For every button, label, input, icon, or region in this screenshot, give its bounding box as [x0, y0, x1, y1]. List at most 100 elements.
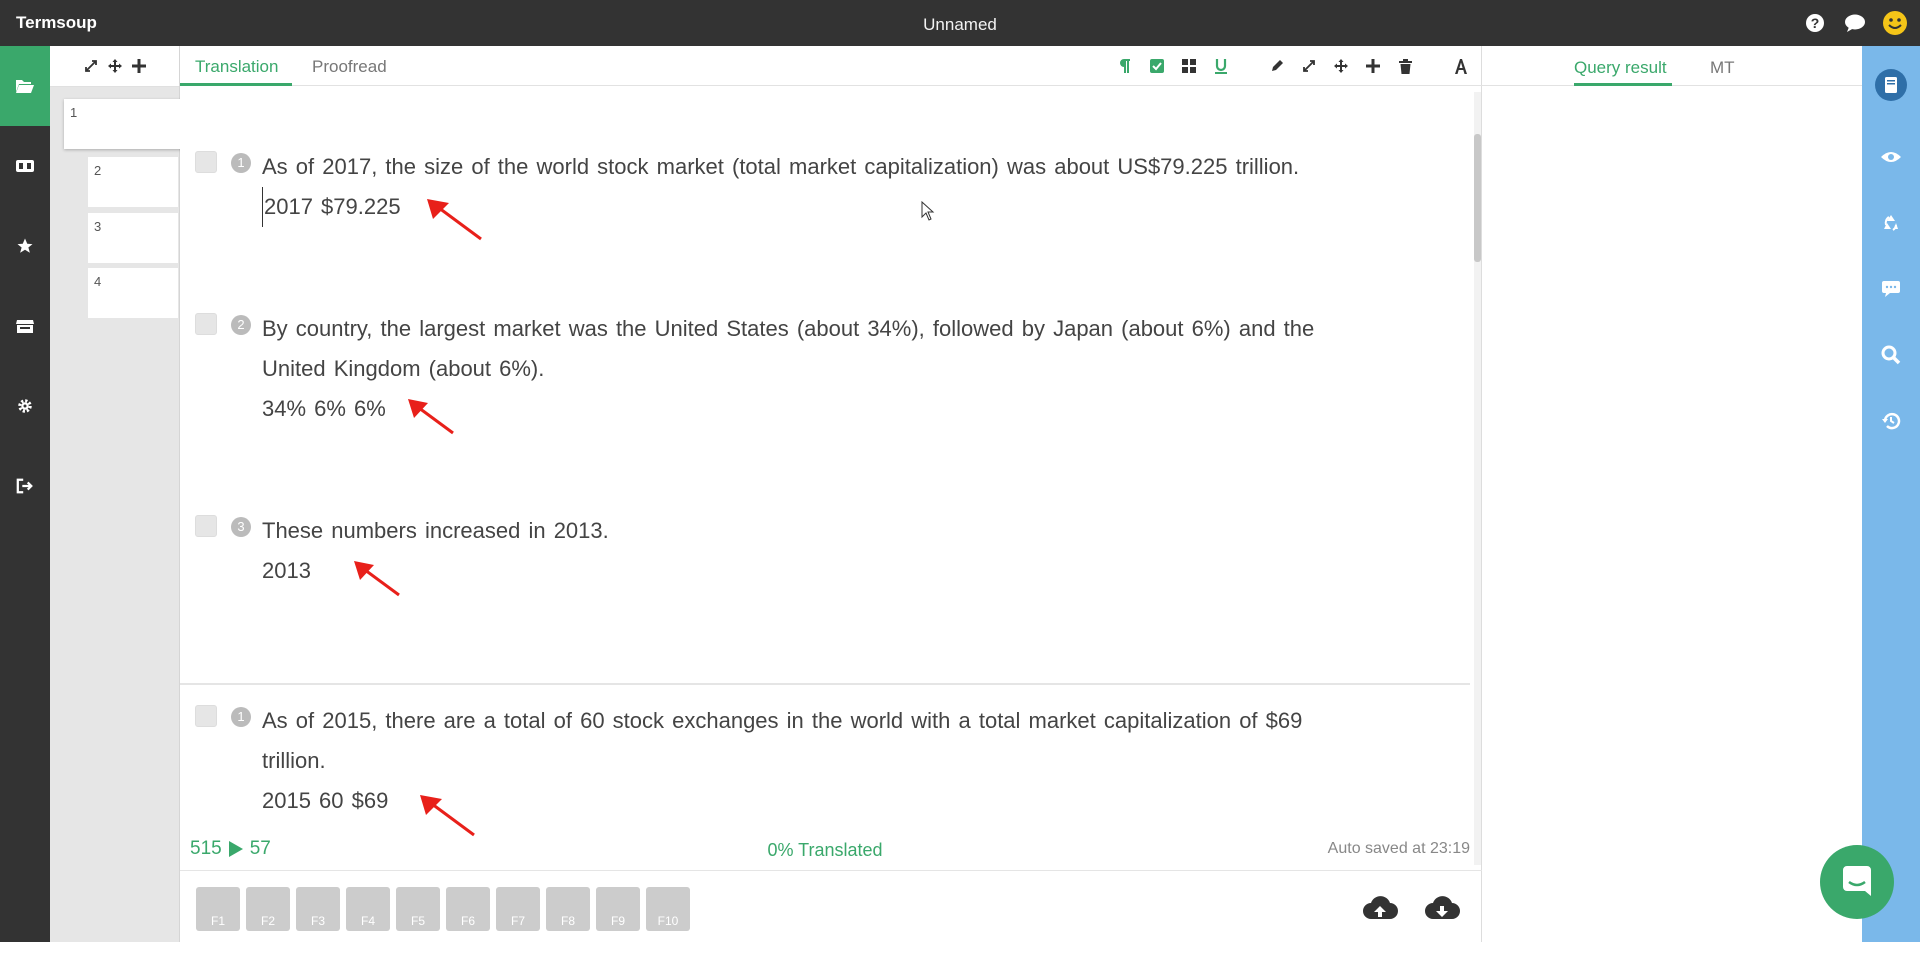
status-line: 0% Translated 515 57 Auto saved at 23:19	[180, 838, 1470, 868]
segment-checkbox[interactable]	[195, 151, 217, 173]
fkey-button[interactable]: F7	[496, 887, 540, 931]
recycle-icon[interactable]	[1862, 190, 1920, 256]
nav-settings[interactable]	[0, 366, 50, 446]
segment: 1 As of 2015, there are a total of 60 st…	[195, 701, 1465, 861]
check-square-icon[interactable]	[1146, 55, 1168, 77]
book-icon[interactable]	[1862, 46, 1920, 124]
fkey-button[interactable]: F1	[196, 887, 240, 931]
nav-files[interactable]	[0, 46, 50, 126]
function-key-bar: F1 F2 F3 F4 F5 F6 F7 F8 F9 F10	[180, 870, 1482, 942]
sign-out-icon	[16, 478, 33, 494]
segment-target[interactable]: 2015 60 $69	[262, 781, 388, 821]
star-icon	[17, 238, 33, 253]
comment-icon[interactable]	[1862, 256, 1920, 322]
move-icon[interactable]	[1330, 55, 1352, 77]
plus-icon[interactable]	[131, 59, 146, 73]
compress-icon[interactable]	[1298, 55, 1320, 77]
fkey-button[interactable]: F10	[646, 887, 690, 931]
smiley-avatar-icon[interactable]	[1882, 10, 1908, 36]
segment-source: These numbers increased in 2013.	[262, 518, 609, 543]
gear-icon	[18, 399, 32, 413]
fkey-button[interactable]: F4	[346, 887, 390, 931]
nav-logout[interactable]	[0, 446, 50, 526]
tab-proofread[interactable]: Proofread	[312, 57, 387, 77]
grid-icon[interactable]	[1178, 55, 1200, 77]
tab-underline	[180, 83, 292, 86]
thumbnail-item[interactable]: 4	[88, 268, 178, 318]
segment-source: As of 2017, the size of the world stock …	[262, 154, 1300, 179]
segment-target[interactable]: 2017 $79.225	[262, 187, 401, 227]
document-title[interactable]: Unnamed	[0, 15, 1920, 35]
underline-icon[interactable]	[1210, 55, 1232, 77]
segment: 3 These numbers increased in 2013. 2013	[195, 511, 1465, 631]
tab-query-result[interactable]: Query result	[1574, 58, 1667, 78]
fkey-button[interactable]: F2	[246, 887, 290, 931]
folder-open-icon	[16, 80, 34, 93]
eye-icon[interactable]	[1862, 124, 1920, 190]
scrollbar[interactable]	[1474, 92, 1481, 865]
red-arrow-annotation	[408, 399, 454, 435]
trash-icon[interactable]	[1394, 55, 1416, 77]
segment-source: As of 2015, there are a total of 60 stoc…	[262, 708, 1303, 773]
store-icon	[16, 320, 34, 333]
fkey-button[interactable]: F6	[446, 887, 490, 931]
cloud-download-icon[interactable]	[1422, 891, 1462, 925]
pencil-icon[interactable]	[1266, 55, 1288, 77]
segment-thumbnails: 1 2 3 4	[50, 46, 184, 942]
source-count: 515	[190, 838, 222, 859]
tab-mt[interactable]: MT	[1710, 58, 1735, 78]
red-arrow-annotation	[427, 199, 482, 241]
thumbnail-item[interactable]: 1	[64, 99, 184, 149]
red-arrow-annotation	[420, 795, 475, 837]
move-icon[interactable]	[107, 59, 122, 73]
segment: 1 As of 2017, the size of the world stoc…	[195, 147, 1465, 297]
segment-target[interactable]: 34% 6% 6%	[262, 389, 386, 429]
history-icon[interactable]	[1862, 388, 1920, 454]
search-icon[interactable]	[1862, 322, 1920, 388]
autosave-status: Auto saved at 23:19	[1327, 840, 1470, 857]
fkey-button[interactable]: F9	[596, 887, 640, 931]
help-icon[interactable]: ?	[1802, 10, 1828, 36]
thumbnail-item[interactable]: 3	[88, 213, 178, 263]
fkey-button[interactable]: F8	[546, 887, 590, 931]
right-rail	[1862, 46, 1920, 942]
segment-checkbox[interactable]	[195, 705, 217, 727]
segment-number: 3	[231, 517, 251, 537]
segment-source: By country, the largest market was the U…	[262, 316, 1315, 381]
translated-percent: 0% Translated	[767, 840, 883, 860]
plus-icon[interactable]	[1362, 55, 1384, 77]
font-icon[interactable]	[1450, 55, 1472, 77]
red-arrow-annotation	[354, 561, 400, 597]
fkey-button[interactable]: F3	[296, 887, 340, 931]
segment-checkbox[interactable]	[195, 313, 217, 335]
segment-list: 1 As of 2017, the size of the world stoc…	[180, 87, 1470, 862]
tab-translation[interactable]: Translation	[195, 57, 278, 77]
svg-text:?: ?	[1811, 15, 1820, 31]
left-nav	[0, 46, 50, 942]
cloud-upload-icon[interactable]	[1360, 891, 1400, 925]
right-panel: Query result MT	[1482, 46, 1862, 942]
paragraph-icon[interactable]	[1114, 55, 1136, 77]
top-bar: Termsoup Unnamed ?	[0, 0, 1920, 46]
mouse-cursor	[921, 201, 935, 221]
compress-icon[interactable]	[84, 59, 98, 73]
thumbnail-item[interactable]: 2	[88, 157, 178, 207]
chat-icon[interactable]	[1842, 10, 1868, 36]
nav-glossary[interactable]	[0, 126, 50, 206]
segment-number: 2	[231, 315, 251, 335]
segment-number: 1	[231, 707, 251, 727]
segment: 2 By country, the largest market was the…	[195, 309, 1465, 479]
target-count: 57	[249, 838, 271, 859]
segment-target[interactable]: 2013	[262, 551, 311, 591]
segment-number: 1	[231, 153, 251, 173]
play-icon[interactable]	[228, 840, 244, 858]
scrollbar-thumb[interactable]	[1474, 134, 1481, 262]
segment-checkbox[interactable]	[195, 515, 217, 537]
document-divider	[180, 683, 1470, 685]
fkey-button[interactable]: F5	[396, 887, 440, 931]
nav-favorites[interactable]	[0, 206, 50, 286]
nav-store[interactable]	[0, 286, 50, 366]
support-chat-button[interactable]	[1820, 845, 1894, 919]
tab-underline	[1574, 83, 1672, 86]
editor: Translation Proofread 1 As of 2017, the …	[180, 46, 1482, 942]
